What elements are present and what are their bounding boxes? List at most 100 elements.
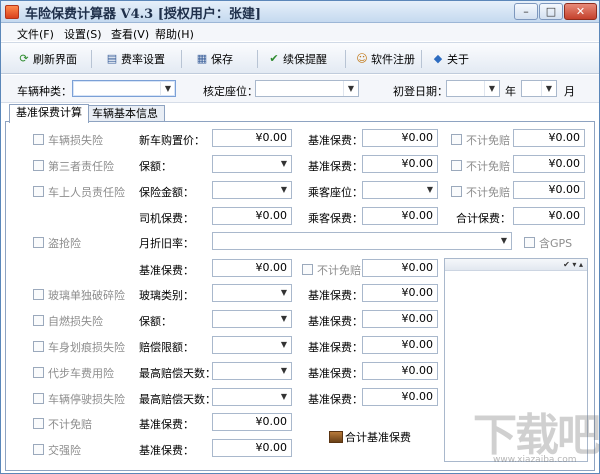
chevron-down-icon: ▼ xyxy=(280,159,288,168)
reg-month-select[interactable]: ▼ xyxy=(521,80,557,97)
suspension-loss-checkbox[interactable] xyxy=(33,393,44,404)
menu-bar: 文件(F) 设置(S) 查看(V) 帮助(H) xyxy=(1,23,599,41)
compulsory-insurance-checkbox[interactable] xyxy=(33,444,44,455)
combustion-amount-select[interactable]: ▼ xyxy=(212,310,292,328)
theft-checkbox[interactable] xyxy=(33,237,44,248)
menu-settings[interactable]: 设置(S) xyxy=(64,26,102,42)
depreciation-rate-select[interactable]: ▼ xyxy=(212,232,512,250)
no-deductible-all-checkbox[interactable] xyxy=(33,418,44,429)
glass-breakage-checkbox[interactable] xyxy=(33,289,44,300)
total-premium-label: 合计保费： xyxy=(456,212,511,225)
vehicle-damage-checkbox[interactable] xyxy=(33,134,44,145)
theft-base-premium-field[interactable]: ¥0.00 xyxy=(212,259,292,277)
spontaneous-combustion-label: 自燃损失险 xyxy=(48,315,103,328)
tab-vehicle-info[interactable]: 车辆基本信息 xyxy=(85,105,165,122)
compulsory-insurance-label: 交强险 xyxy=(48,444,81,457)
base-premium-field[interactable]: ¥0.00 xyxy=(362,284,438,302)
minimize-button[interactable]: – xyxy=(514,3,538,20)
menu-view[interactable]: 查看(V) xyxy=(111,26,149,42)
third-party-checkbox[interactable] xyxy=(33,160,44,171)
watermark-url: www.xiazaiba.com xyxy=(493,455,577,465)
no-deductible-premium-field[interactable]: ¥0.00 xyxy=(513,129,585,147)
no-deductible-label: 不计免赔 xyxy=(466,134,510,147)
chevron-down-icon: ▼ xyxy=(541,81,556,96)
rate-settings-icon: ▤ xyxy=(106,52,118,65)
spontaneous-combustion-checkbox[interactable] xyxy=(33,315,44,326)
replacement-car-checkbox[interactable] xyxy=(33,367,44,378)
new-car-price-label: 新车购置价： xyxy=(139,134,205,147)
base-premium-field[interactable]: ¥0.00 xyxy=(362,388,438,406)
no-deductible-checkbox[interactable] xyxy=(451,134,462,145)
max-days-label: 最高赔偿天数： xyxy=(139,393,216,406)
passenger-liability-checkbox[interactable] xyxy=(33,186,44,197)
base-premium-field[interactable]: ¥0.00 xyxy=(362,336,438,354)
no-deductible-label: 不计免赔 xyxy=(317,264,361,277)
base-premium-field[interactable]: ¥0.00 xyxy=(362,310,438,328)
gps-label: 含GPS xyxy=(539,237,573,250)
about-icon: ◆ xyxy=(433,52,443,65)
no-deductible-checkbox[interactable] xyxy=(302,264,313,275)
third-party-label: 第三者责任险 xyxy=(48,160,114,173)
renewal-reminder-button[interactable]: ✔ 续保提醒 xyxy=(267,49,327,69)
driver-premium-field[interactable]: ¥0.00 xyxy=(212,207,292,225)
base-premium-label: 基准保费： xyxy=(308,315,363,328)
register-button[interactable]: ☺ 软件注册 xyxy=(355,49,415,69)
total-premium-field[interactable]: ¥0.00 xyxy=(513,207,585,225)
year-label: 年 xyxy=(505,85,516,98)
tab-base-premium[interactable]: 基准保费计算 xyxy=(9,104,89,123)
no-deductible-label: 不计免赔 xyxy=(466,186,510,199)
sum-base-premium-button[interactable]: 合计基准保费 xyxy=(329,429,411,445)
suspension-days-select[interactable]: ▼ xyxy=(212,388,292,406)
compensation-limit-label: 赔偿限额： xyxy=(139,341,194,354)
insured-amount-select[interactable]: ▼ xyxy=(212,181,292,199)
new-car-price-field[interactable]: ¥0.00 xyxy=(212,129,292,147)
no-deductible-all-field[interactable]: ¥0.00 xyxy=(212,413,292,431)
calculator-icon xyxy=(329,431,343,443)
about-button[interactable]: ◆ 关于 xyxy=(431,49,469,69)
passenger-premium-field[interactable]: ¥0.00 xyxy=(362,207,438,225)
glass-type-select[interactable]: ▼ xyxy=(212,284,292,302)
body-scratch-checkbox[interactable] xyxy=(33,341,44,352)
theft-no-deductible-field[interactable]: ¥0.00 xyxy=(362,259,438,277)
list-toolbar[interactable]: ✔ ▾ ▴ xyxy=(445,259,587,271)
seats-select[interactable]: ▼ xyxy=(255,80,359,97)
vehicle-type-label: 车辆种类： xyxy=(17,85,72,98)
refresh-button[interactable]: ⟳ 刷新界面 xyxy=(17,49,77,69)
close-button[interactable]: ✕ xyxy=(564,3,597,20)
base-premium-label: 基准保费： xyxy=(139,418,194,431)
passenger-seats-select[interactable]: ▼ xyxy=(362,181,438,199)
base-premium-label: 基准保费： xyxy=(308,367,363,380)
maximize-button[interactable]: □ xyxy=(539,3,563,20)
base-premium-field[interactable]: ¥0.00 xyxy=(362,362,438,380)
replacement-car-label: 代步车费用险 xyxy=(48,367,114,380)
refresh-icon: ⟳ xyxy=(19,52,29,65)
no-deductible-premium-field[interactable]: ¥0.00 xyxy=(513,181,585,199)
base-premium-label: 基准保费： xyxy=(139,264,194,277)
toolbar-separator xyxy=(345,50,346,68)
save-button[interactable]: ▦ 保存 xyxy=(195,49,233,69)
rate-settings-button[interactable]: ▤ 费率设置 xyxy=(105,49,165,69)
passenger-seats-label: 乘客座位： xyxy=(308,186,363,199)
chevron-down-icon: ▼ xyxy=(280,288,288,297)
base-premium-field[interactable]: ¥0.00 xyxy=(362,129,438,147)
reg-year-select[interactable]: ▼ xyxy=(446,80,500,97)
replacement-days-select[interactable]: ▼ xyxy=(212,362,292,380)
vehicle-type-select[interactable]: ▼ xyxy=(72,80,176,97)
third-party-amount-select[interactable]: ▼ xyxy=(212,155,292,173)
no-deductible-checkbox[interactable] xyxy=(451,160,462,171)
save-icon: ▦ xyxy=(196,52,208,65)
rate-settings-label: 费率设置 xyxy=(121,53,165,66)
no-deductible-premium-field[interactable]: ¥0.00 xyxy=(513,155,585,173)
chevron-down-icon: ▼ xyxy=(343,81,358,96)
no-deductible-checkbox[interactable] xyxy=(451,186,462,197)
suspension-loss-label: 车辆停驶损失险 xyxy=(48,393,125,406)
menu-file[interactable]: 文件(F) xyxy=(17,26,54,42)
compulsory-premium-field[interactable]: ¥0.00 xyxy=(212,439,292,457)
menu-help[interactable]: 帮助(H) xyxy=(155,26,194,42)
base-premium-field[interactable]: ¥0.00 xyxy=(362,155,438,173)
coverage-amount-label: 保额： xyxy=(139,160,172,173)
base-premium-label: 基准保费： xyxy=(308,160,363,173)
gps-checkbox[interactable] xyxy=(524,237,535,248)
title-bar[interactable]: 车险保费计算器 V4.3 [授权用户：张建] – □ ✕ xyxy=(1,1,599,23)
compensation-limit-select[interactable]: ▼ xyxy=(212,336,292,354)
